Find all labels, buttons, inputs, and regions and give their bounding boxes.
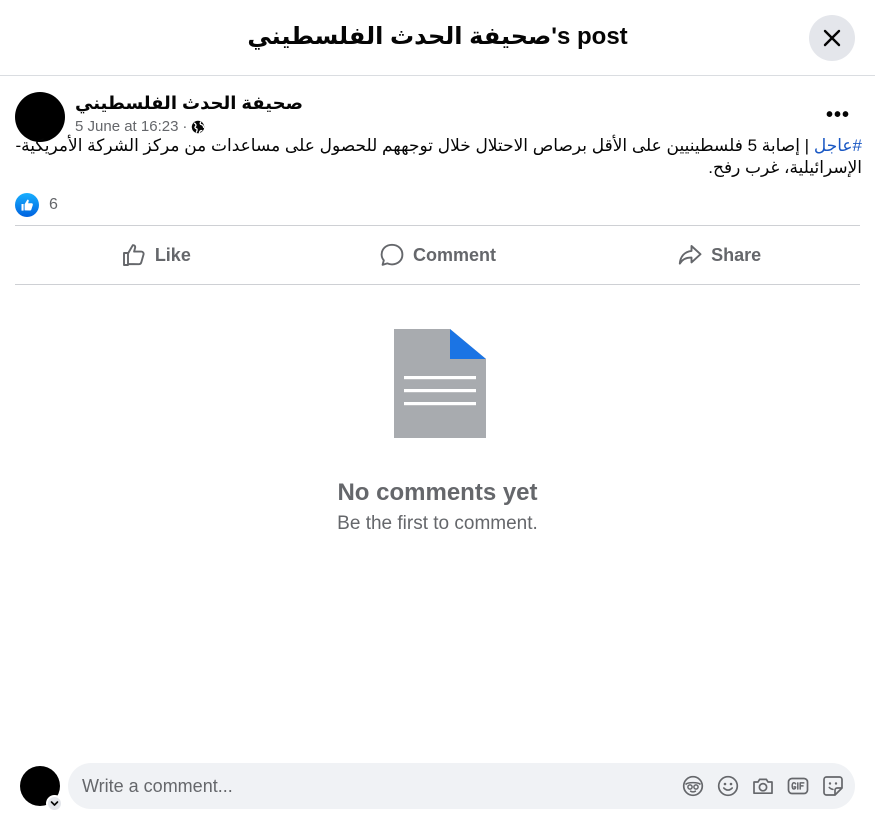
empty-state-subtitle: Be the first to comment.	[337, 513, 538, 534]
more-options-button[interactable]: •••	[825, 102, 851, 128]
comment-bubble-icon	[380, 243, 404, 266]
comment-button[interactable]: Comment	[297, 227, 579, 283]
empty-state-title: No comments yet	[337, 479, 538, 506]
post-body: | إصابة 5 فلسطينيين على الأقل برصاص الاح…	[15, 136, 862, 177]
dialog-title: صحيفة الحدث الفلسطيني's post	[247, 23, 628, 50]
reactions-summary[interactable]: 6	[15, 192, 58, 218]
comment-input-container	[68, 763, 855, 809]
empty-document-icon	[394, 329, 486, 438]
share-label: Share	[711, 244, 762, 265]
composer-tools	[681, 774, 845, 798]
share-arrow-icon	[679, 245, 702, 265]
comment-composer	[20, 763, 860, 813]
chevron-down-icon	[50, 801, 59, 806]
dialog-header: صحيفة الحدث الفلسطيني's post	[0, 0, 875, 76]
close-button[interactable]	[809, 15, 855, 61]
thumbs-up-icon	[122, 244, 145, 266]
like-button[interactable]: Like	[15, 227, 297, 283]
close-icon	[823, 29, 841, 47]
profile-switcher-button[interactable]	[46, 795, 63, 812]
post-actions: Like Comment Share	[15, 227, 860, 283]
comment-input[interactable]	[82, 763, 662, 809]
divider	[15, 284, 860, 285]
page-name-link[interactable]: صحيفة الحدث الفلسطيني	[75, 92, 303, 114]
gif-icon[interactable]	[786, 774, 810, 798]
comment-label: Comment	[413, 244, 497, 265]
globe-icon	[192, 120, 205, 134]
share-button[interactable]: Share	[578, 227, 860, 283]
camera-icon[interactable]	[751, 774, 775, 798]
divider	[15, 225, 860, 226]
post-timestamp[interactable]: 5 June at 16:23	[75, 118, 178, 136]
reaction-count: 6	[49, 196, 58, 213]
emoji-icon[interactable]	[716, 774, 740, 798]
post-meta: 5 June at 16:23 ·	[75, 118, 205, 136]
hashtag-link[interactable]: #عاجل	[814, 136, 862, 155]
like-reaction-icon	[15, 193, 39, 217]
like-label: Like	[154, 244, 191, 265]
sticker-icon[interactable]	[821, 774, 845, 798]
post-text: #عاجل | إصابة 5 فلسطينيين على الأقل برصا…	[15, 135, 862, 179]
meta-separator: ·	[182, 118, 188, 135]
avatar-sticker-icon[interactable]	[681, 774, 705, 798]
